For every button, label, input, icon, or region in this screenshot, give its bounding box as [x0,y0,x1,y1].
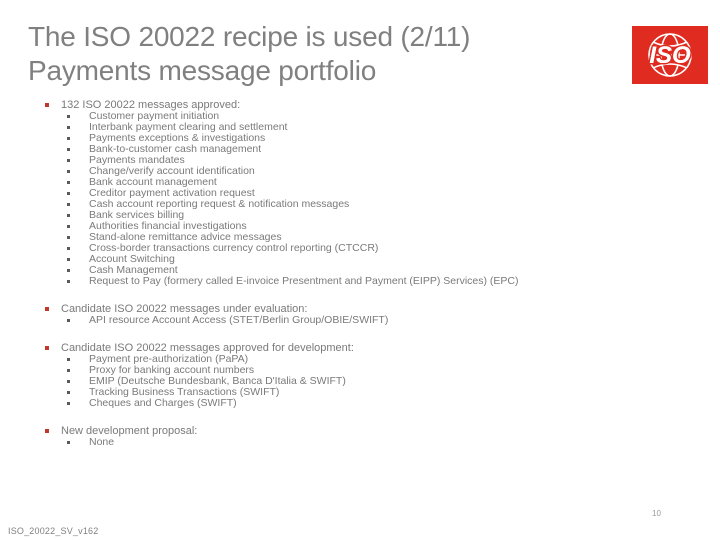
bullet-item-label: Cheques and Charges (SWIFT) [89,397,237,409]
sub-bullet-marker-icon [67,369,70,372]
sub-bullet-marker-icon [67,170,70,173]
bullet-section: Candidate ISO 20022 messages approved fo… [0,342,720,409]
sub-bullet-marker-icon [67,181,70,184]
sub-bullet-marker-icon [67,159,70,162]
bullet-item-label: API resource Account Access (STET/Berlin… [89,314,389,326]
sub-bullet-marker-icon [67,319,70,322]
sub-bullet-marker-icon [67,137,70,140]
sub-bullet-marker-icon [67,258,70,261]
sub-bullet-marker-icon [67,358,70,361]
sub-bullet-marker-icon [67,203,70,206]
page-title-line-1: The ISO 20022 recipe is used (2/11) [28,21,471,52]
sub-bullet-marker-icon [67,225,70,228]
bullet-item: API resource Account Access (STET/Berlin… [0,315,720,326]
iso-globe-icon: ISO ISO [648,33,693,77]
bullet-content: 132 ISO 20022 messages approved: Customer… [0,99,720,448]
bullet-item-label: Request to Pay (formery called E-invoice… [89,275,519,287]
sub-bullet-marker-icon [67,380,70,383]
sub-bullet-marker-icon [67,236,70,239]
sub-bullet-marker-icon [67,402,70,405]
sub-bullet-marker-icon [67,214,70,217]
bullet-marker-icon [45,103,49,107]
sub-bullet-marker-icon [67,115,70,118]
bullet-section: Candidate ISO 20022 messages under evalu… [0,303,720,326]
bullet-marker-icon [45,307,49,311]
sub-bullet-marker-icon [67,269,70,272]
bullet-marker-icon [45,429,49,433]
page-title: The ISO 20022 recipe is used (2/11) Paym… [28,20,608,88]
bullet-item-label: None [89,436,115,448]
svg-text:ISO: ISO [649,42,691,69]
page-number: 10 [652,509,661,518]
bullet-marker-icon [45,346,49,350]
iso-logo: ISO ISO [632,26,708,84]
sub-bullet-marker-icon [67,148,70,151]
sub-bullet-marker-icon [67,247,70,250]
sub-bullet-marker-icon [67,126,70,129]
bullet-section: New development proposal: None [0,425,720,448]
footer-document-id: ISO_20022_SV_v162 [8,526,99,536]
sub-bullet-marker-icon [67,192,70,195]
page-title-line-2: Payments message portfolio [28,55,377,86]
bullet-item: Request to Pay (formery called E-invoice… [0,276,720,287]
bullet-item: None [0,437,720,448]
bullet-section: 132 ISO 20022 messages approved: Customer… [0,99,720,287]
sub-bullet-marker-icon [67,280,70,283]
sub-bullet-marker-icon [67,441,70,444]
bullet-item: Cheques and Charges (SWIFT) [0,398,720,409]
bullet-heading-label: New development proposal: [61,425,198,437]
sub-bullet-marker-icon [67,391,70,394]
